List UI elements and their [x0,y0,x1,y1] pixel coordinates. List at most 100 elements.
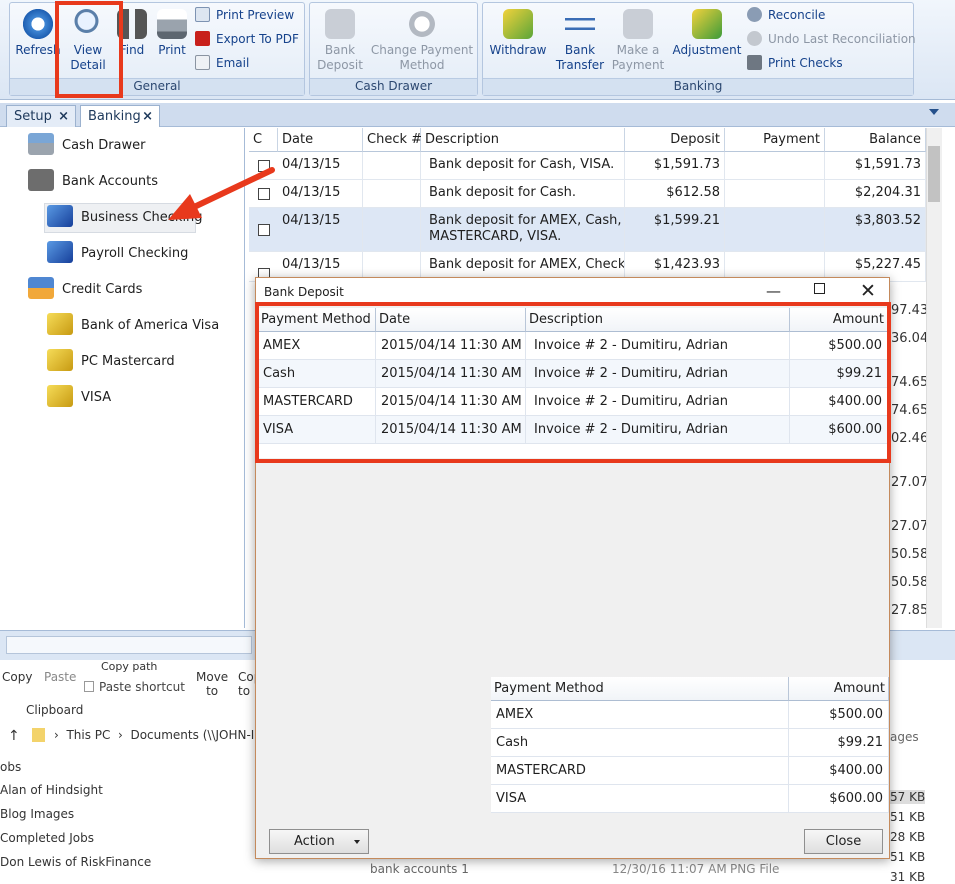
column-header-check[interactable]: Check # [363,128,422,152]
export-pdf-button[interactable]: Export To PDF [195,29,299,49]
transfer-arrows-icon [565,9,595,39]
vertical-scrollbar[interactable] [926,128,942,628]
undo-icon [747,31,762,46]
close-icon[interactable]: × [58,106,69,127]
column-header-amount[interactable]: Amount [789,677,889,701]
withdraw-button[interactable]: Withdraw [489,9,547,58]
ribbon: Refresh View Detail Find Print Print Pre… [0,0,955,100]
close-icon[interactable]: × [142,106,153,127]
file-size: 31 KB [890,870,926,884]
table-row-selected[interactable]: 04/13/15 Bank deposit for AMEX, Cash, MAS… [249,208,926,252]
partial-balance: 74.65 [891,375,929,390]
explorer-copy[interactable]: Copy [2,670,32,684]
file-name[interactable]: bank accounts 1 [370,862,469,876]
column-header-payment[interactable]: Payment [725,128,825,152]
book-yellow-icon [47,385,73,407]
cash-register-icon [28,133,54,155]
ribbon-group-cash-drawer: Bank Deposit Change Payment Method Cash … [309,2,478,96]
highlight-box-view-detail [55,1,123,98]
ribbon-group-banking: Withdraw Bank Transfer Make a Payment Ad… [482,2,916,96]
tab-banking[interactable]: Banking × [80,105,160,127]
list-item[interactable]: Don Lewis of RiskFinance [0,855,151,869]
column-header-payment-method[interactable]: Payment Method [491,677,789,701]
credit-card-icon [28,277,54,299]
tree-item-bank-accounts[interactable]: Bank Accounts [28,169,158,195]
highlight-box-deposit-details [255,302,891,463]
close-icon[interactable]: ✕ [860,280,876,302]
table-row[interactable]: MASTERCARD $400.00 [491,757,889,785]
folder-icon [32,728,45,742]
list-item[interactable]: Alan of Hindsight [0,783,103,797]
group-caption-cash-drawer: Cash Drawer [310,78,477,95]
annotation-arrow-icon [168,167,275,220]
adjustment-coins-icon [692,9,722,39]
table-row[interactable]: AMEX $500.00 [491,701,889,729]
explorer-clipboard-label: Clipboard [26,703,84,717]
tree-item-payroll-checking[interactable]: Payroll Checking [47,241,188,267]
close-button[interactable]: Close [804,829,883,854]
list-item[interactable]: Completed Jobs [0,831,94,845]
printer-small-icon [747,55,762,70]
tree-item-visa[interactable]: VISA [47,385,111,411]
column-header-c[interactable]: C [249,128,278,152]
maximize-icon[interactable] [814,283,825,294]
change-payment-method-button[interactable]: Change Payment Method [370,9,474,73]
dialog-title: Bank Deposit [264,285,344,299]
explorer-copy-path[interactable]: Copy path [101,660,157,673]
minimize-icon[interactable]: — [766,282,781,300]
file-date: 12/30/16 11:07 AM [612,862,727,876]
partial-balance: 74.65 [891,403,929,418]
payment-summary-table: Payment Method Amount AMEX $500.00 Cash … [491,677,889,813]
reconcile-button[interactable]: Reconcile [747,5,825,25]
column-header-date[interactable]: Date [278,128,363,152]
table-row[interactable]: 04/13/15 Bank deposit for Cash, VISA. $1… [249,152,926,180]
partial-balance: 97.43 [891,303,929,318]
tree-item-cash-drawer[interactable]: Cash Drawer [28,133,145,159]
table-row[interactable]: 04/13/15 Bank deposit for Cash. $612.58 … [249,180,926,208]
print-checks-button[interactable]: Print Checks [747,53,843,73]
safe-icon [28,169,54,191]
file-size: 57 KB [890,790,926,804]
table-row[interactable]: VISA $600.00 [491,785,889,813]
print-preview-button[interactable]: Print Preview [195,5,294,25]
book-blue-icon [47,205,73,227]
bank-deposit-button[interactable]: Bank Deposit [314,9,366,73]
make-payment-button[interactable]: Make a Payment [611,9,665,73]
column-header-deposit[interactable]: Deposit [625,128,725,152]
breadcrumb[interactable]: › This PC › Documents (\\JOHN-IM [54,728,265,742]
tree-item-boa-visa[interactable]: Bank of America Visa [47,313,219,339]
book-yellow-icon [47,313,73,335]
partial-balance: 27.85 [891,603,929,618]
bank-transfer-button[interactable]: Bank Transfer [553,9,607,73]
explorer-paste[interactable]: Paste [44,670,76,684]
column-header-description[interactable]: Description [421,128,625,152]
print-button[interactable]: Print [154,9,190,58]
file-size: 51 KB [890,850,926,864]
adjustment-button[interactable]: Adjustment [671,9,743,58]
column-header-balance[interactable]: Balance [825,128,926,152]
cycle-arrows-icon [407,9,437,39]
shortcut-icon [84,681,94,692]
email-button[interactable]: Email [195,53,249,73]
list-item[interactable]: Blog Images [0,807,74,821]
action-dropdown-button[interactable]: Action [269,829,369,854]
tree-item-pc-mastercard[interactable]: PC Mastercard [47,349,175,375]
scrollbar-thumb[interactable] [928,146,940,202]
tab-setup[interactable]: Setup × [6,105,76,127]
partial-balance: 50.58 [891,575,929,590]
tree-item-credit-cards[interactable]: Credit Cards [28,277,142,303]
envelope-money-icon [325,9,355,39]
list-item[interactable]: obs [0,760,21,774]
arrow-up-icon[interactable]: ↑ [8,728,20,744]
file-size: 51 KB [890,810,926,824]
chevron-down-icon[interactable] [929,109,939,115]
explorer-search-hint: ages [890,730,919,744]
partial-balance: 36.04 [891,331,929,346]
envelope-icon [195,55,210,70]
undo-reconciliation-button[interactable]: Undo Last Reconciliation [747,29,916,49]
coins-icon [503,9,533,39]
table-row[interactable]: Cash $99.21 [491,729,889,757]
printer-icon [157,9,187,39]
explorer-paste-shortcut[interactable]: Paste shortcut [84,680,185,694]
explorer-move-to[interactable]: Move to [196,670,228,698]
